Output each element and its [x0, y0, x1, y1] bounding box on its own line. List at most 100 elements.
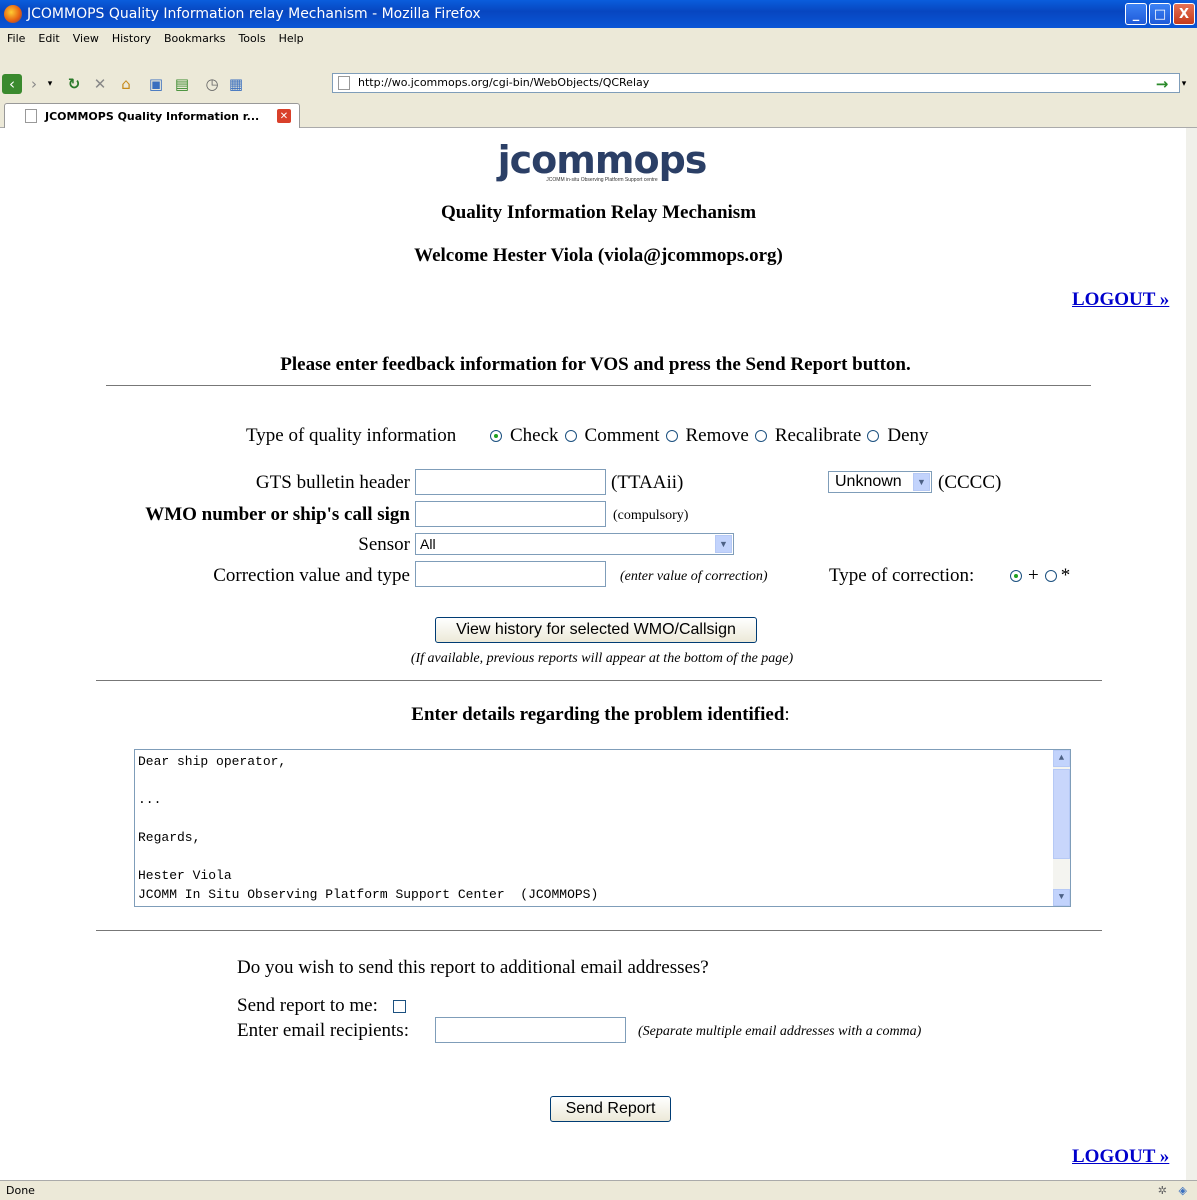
menu-file[interactable]: File	[7, 32, 25, 45]
chevron-down-icon: ▼	[715, 535, 732, 553]
correction-label: Correction value and type	[213, 565, 410, 586]
textarea-scrollbar[interactable]: ▲ ▼	[1053, 750, 1070, 906]
details-textarea[interactable]: Dear ship operator, ... Regards, Hester …	[134, 749, 1071, 907]
close-tab-icon[interactable]: ✕	[277, 109, 291, 123]
type-radio-group: Check Comment Remove Recalibrate Deny	[490, 425, 929, 447]
details-line: Dear ship operator,	[138, 754, 287, 769]
menu-edit[interactable]: Edit	[38, 32, 59, 45]
type-comment-radio[interactable]	[564, 430, 577, 442]
gts-hint: (TTAAii)	[611, 472, 684, 493]
sidebar-icon[interactable]: ▦	[226, 74, 246, 94]
sensor-selected-value: All	[420, 536, 436, 552]
divider	[106, 385, 1091, 386]
correction-type-group: + *	[1010, 565, 1070, 587]
recipients-input[interactable]	[435, 1017, 626, 1043]
correction-multiply-label: *	[1060, 565, 1071, 586]
type-check-label: Check	[510, 425, 559, 446]
menu-bar: File Edit View History Bookmarks Tools H…	[0, 28, 1197, 48]
addon-icon[interactable]: ▤	[172, 74, 192, 94]
divider	[96, 680, 1102, 681]
menu-bookmarks[interactable]: Bookmarks	[164, 32, 225, 45]
bookmark-icon[interactable]: ▣	[146, 74, 166, 94]
tab-bar: JCOMMOPS Quality Information r... ✕	[0, 100, 1197, 128]
recipients-hint: (Separate multiple email addresses with …	[638, 1024, 922, 1039]
correction-plus-label: +	[1028, 565, 1039, 586]
history-dropdown-icon[interactable]: ▾	[40, 74, 60, 94]
gts-input[interactable]	[415, 469, 606, 495]
minimize-button[interactable]: _	[1125, 3, 1147, 25]
security-icon[interactable]: ◈	[1179, 1181, 1187, 1200]
menu-help[interactable]: Help	[279, 32, 304, 45]
addon-status-icon[interactable]: ✲	[1158, 1181, 1167, 1200]
correction-input[interactable]	[415, 561, 606, 587]
wmo-label: WMO number or ship's call sign	[145, 504, 410, 525]
history-note: (If available, previous reports will app…	[410, 651, 794, 666]
send-report-button[interactable]: Send Report	[550, 1096, 671, 1122]
cccc-select[interactable]: Unknown ▼	[828, 471, 932, 493]
window-titlebar: JCOMMOPS Quality Information relay Mecha…	[0, 0, 1197, 28]
tab-current[interactable]: JCOMMOPS Quality Information r... ✕	[4, 103, 300, 128]
view-history-button[interactable]: View history for selected WMO/Callsign	[435, 617, 757, 643]
type-recalibrate-radio[interactable]	[754, 430, 767, 442]
stop-icon[interactable]: ✕	[90, 74, 110, 94]
scroll-up-icon[interactable]: ▲	[1053, 750, 1070, 767]
details-line: Hester Viola	[138, 868, 232, 883]
type-recalibrate-label: Recalibrate	[774, 425, 862, 446]
details-heading: Enter details regarding the problem iden…	[411, 704, 785, 725]
correction-type-label: Type of correction:	[829, 565, 975, 586]
correction-multiply-radio[interactable]	[1044, 570, 1057, 582]
type-remove-radio[interactable]	[665, 430, 678, 442]
details-colon: :	[784, 704, 790, 725]
sensor-select[interactable]: All ▼	[415, 533, 734, 555]
menu-history[interactable]: History	[112, 32, 151, 45]
type-comment-label: Comment	[584, 425, 660, 446]
status-bar: Done ✲ ◈	[0, 1180, 1197, 1200]
page-icon	[25, 109, 37, 123]
maximize-button[interactable]: □	[1149, 3, 1171, 25]
type-deny-label: Deny	[887, 425, 929, 446]
menu-view[interactable]: View	[73, 32, 99, 45]
divider	[96, 930, 1102, 931]
details-heading-row: Enter details regarding the problem iden…	[0, 704, 1197, 726]
clock-icon[interactable]: ◷	[202, 74, 222, 94]
close-window-button[interactable]: X	[1173, 3, 1195, 25]
details-line	[138, 809, 1070, 828]
additional-question: Do you wish to send this report to addit…	[237, 957, 709, 978]
window-title: JCOMMOPS Quality Information relay Mecha…	[27, 6, 481, 22]
logout-link-top[interactable]: LOGOUT »	[1072, 289, 1169, 311]
go-arrow-icon[interactable]: →	[1152, 74, 1172, 94]
wmo-input[interactable]	[415, 501, 606, 527]
cccc-hint: (CCCC)	[938, 472, 1002, 493]
correction-hint: (enter value of correction)	[620, 569, 768, 584]
welcome-message: Welcome Hester Viola (viola@jcommops.org…	[414, 245, 783, 266]
recipients-label: Enter email recipients:	[237, 1020, 409, 1041]
type-deny-radio[interactable]	[867, 430, 880, 442]
send-to-me-checkbox[interactable]	[392, 999, 406, 1013]
chevron-down-icon: ▼	[913, 473, 930, 491]
go-dropdown-icon[interactable]: ▾	[1174, 74, 1194, 94]
back-icon[interactable]: ‹	[2, 74, 22, 94]
logout-link-bottom[interactable]: LOGOUT »	[1072, 1146, 1169, 1168]
home-icon[interactable]: ⌂	[116, 74, 136, 94]
wmo-hint: (compulsory)	[613, 508, 689, 523]
firefox-icon	[4, 5, 22, 23]
type-check-radio[interactable]	[490, 430, 502, 442]
url-bar[interactable]: http://wo.jcommops.org/cgi-bin/WebObject…	[332, 73, 1180, 93]
scroll-thumb[interactable]	[1053, 769, 1070, 859]
reload-icon[interactable]: ↻	[64, 74, 84, 94]
details-line: Regards,	[138, 830, 201, 845]
status-text: Done	[6, 1184, 35, 1197]
page-content: jcommops JCOMM in-situ Observing Platfor…	[0, 128, 1186, 1180]
instructions-text: Please enter feedback information for VO…	[280, 354, 911, 375]
details-line: ...	[138, 792, 162, 807]
correction-plus-radio[interactable]	[1010, 570, 1022, 582]
send-to-me-row: Send report to me:	[237, 995, 406, 1017]
page-icon	[338, 76, 350, 90]
jcommops-logo: jcommops JCOMM in-situ Observing Platfor…	[497, 138, 708, 198]
menu-tools[interactable]: Tools	[238, 32, 265, 45]
navigation-toolbar: ‹ › ▾ ↻ ✕ ⌂ ▣ ▤ ◷ ▦ http://wo.jcommops.o…	[0, 48, 1197, 100]
page-title: Quality Information Relay Mechanism	[440, 202, 757, 223]
type-remove-label: Remove	[685, 425, 749, 446]
page-scrollbar[interactable]	[1186, 128, 1197, 1180]
scroll-down-icon[interactable]: ▼	[1053, 889, 1070, 906]
